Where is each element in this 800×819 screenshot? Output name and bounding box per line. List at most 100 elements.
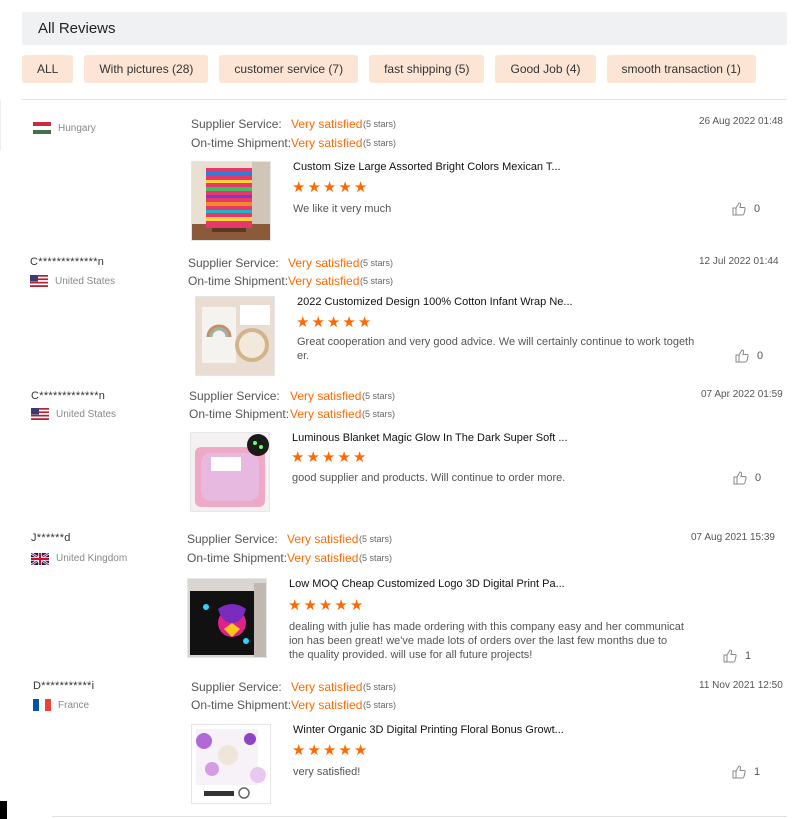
product-title-link[interactable]: 2022 Customized Design 100% Cotton Infan… bbox=[297, 296, 573, 308]
supplier-service-value: Very satisfied bbox=[291, 117, 363, 131]
divider bbox=[52, 816, 787, 817]
france-flag-icon bbox=[33, 699, 51, 711]
star-icon: ★ bbox=[326, 314, 341, 331]
review-comment: very satisfied! bbox=[293, 766, 361, 778]
page-title: All Reviews bbox=[38, 20, 116, 37]
reviewer-country: France bbox=[58, 700, 90, 711]
supplier-service-value: Very satisfied bbox=[288, 256, 360, 270]
review-date: 12 Jul 2022 01:44 bbox=[699, 256, 779, 267]
edge-mark bbox=[0, 801, 7, 819]
supplier-service-stars: (5 stars) bbox=[359, 534, 393, 544]
thumbs-up-icon bbox=[733, 471, 747, 485]
star-icon: ★ bbox=[306, 449, 320, 466]
star-icon: ★ bbox=[292, 742, 306, 759]
ontime-shipment-label: On-time Shipment: bbox=[188, 274, 289, 288]
ontime-shipment-value: Very satisfied bbox=[291, 136, 363, 150]
rating-stars: ★ ★ ★ ★ ★ bbox=[296, 315, 371, 330]
star-icon: ★ bbox=[291, 449, 305, 466]
like-button[interactable]: 0 bbox=[735, 349, 763, 363]
star-icon: ★ bbox=[353, 742, 368, 759]
supplier-service-label: Supplier Service: bbox=[187, 532, 278, 546]
star-icon: ★ bbox=[288, 597, 302, 614]
product-title-link[interactable]: Custom Size Large Assorted Bright Colors… bbox=[293, 161, 561, 173]
product-title-link[interactable]: Luminous Blanket Magic Glow In The Dark … bbox=[292, 432, 568, 444]
review-comment: Great cooperation and very good advice. … bbox=[297, 336, 695, 362]
product-title-link[interactable]: Low MOQ Cheap Customized Logo 3D Digital… bbox=[289, 578, 565, 590]
review-date: 26 Aug 2022 01:48 bbox=[699, 116, 783, 127]
filter-all[interactable]: ALL bbox=[22, 55, 74, 83]
review-comment: We like it very much bbox=[293, 203, 392, 215]
thumbs-up-icon bbox=[723, 649, 737, 663]
ontime-shipment-stars: (5 stars) bbox=[360, 276, 394, 286]
review-date: 07 Apr 2022 01:59 bbox=[701, 389, 783, 400]
like-button[interactable]: 1 bbox=[723, 649, 751, 663]
product-thumbnail[interactable] bbox=[187, 578, 267, 658]
filter-customer-service[interactable]: customer service (7) bbox=[219, 55, 359, 83]
filter-fast-shipping[interactable]: fast shipping (5) bbox=[369, 55, 485, 83]
star-icon: ★ bbox=[337, 449, 351, 466]
star-icon: ★ bbox=[334, 597, 348, 614]
star-icon: ★ bbox=[322, 742, 337, 759]
star-icon: ★ bbox=[352, 449, 367, 466]
usa-flag-icon bbox=[30, 275, 48, 287]
ontime-shipment-stars: (5 stars) bbox=[359, 553, 393, 563]
like-count: 0 bbox=[757, 350, 764, 362]
filter-smooth-transaction[interactable]: smooth transaction (1) bbox=[606, 55, 756, 83]
star-icon: ★ bbox=[307, 179, 321, 196]
filter-good-job[interactable]: Good Job (4) bbox=[495, 55, 596, 83]
divider bbox=[0, 100, 1, 150]
supplier-service-stars: (5 stars) bbox=[360, 258, 394, 268]
star-icon: ★ bbox=[338, 742, 352, 759]
supplier-service-label: Supplier Service: bbox=[191, 680, 282, 694]
supplier-service-stars: (5 stars) bbox=[363, 119, 397, 129]
reviewer-name: C*************n bbox=[31, 390, 106, 402]
supplier-service-label: Supplier Service: bbox=[191, 117, 282, 131]
like-count: 0 bbox=[755, 472, 762, 484]
ontime-shipment-value: Very satisfied bbox=[290, 407, 362, 421]
ontime-shipment-label: On-time Shipment: bbox=[187, 551, 288, 565]
supplier-service-stars: (5 stars) bbox=[363, 682, 397, 692]
like-button[interactable]: 1 bbox=[732, 765, 760, 779]
star-icon: ★ bbox=[318, 597, 333, 614]
ontime-shipment-label: On-time Shipment: bbox=[191, 136, 292, 150]
ontime-shipment-stars: (5 stars) bbox=[363, 138, 397, 148]
rating-stars: ★ ★ ★ ★ ★ bbox=[288, 598, 363, 613]
star-icon: ★ bbox=[321, 449, 336, 466]
supplier-service-value: Very satisfied bbox=[290, 389, 362, 403]
reviewer-country: United States bbox=[56, 409, 117, 420]
like-count: 1 bbox=[754, 766, 761, 778]
reviewer-country: Hungary bbox=[58, 123, 96, 134]
like-button[interactable]: 0 bbox=[732, 202, 760, 216]
reviewer-name: D***********i bbox=[33, 680, 95, 692]
supplier-service-value: Very satisfied bbox=[287, 532, 359, 546]
product-thumbnail[interactable] bbox=[191, 724, 271, 804]
star-icon: ★ bbox=[307, 742, 321, 759]
ontime-shipment-value: Very satisfied bbox=[288, 274, 360, 288]
filter-with-pictures[interactable]: With pictures (28) bbox=[84, 55, 209, 83]
review-date: 11 Nov 2021 12:50 bbox=[699, 680, 783, 691]
hungary-flag-icon bbox=[33, 122, 51, 134]
star-icon: ★ bbox=[303, 597, 317, 614]
reviewer-name: C*************n bbox=[30, 256, 105, 268]
thumbs-up-icon bbox=[732, 765, 746, 779]
ontime-shipment-value: Very satisfied bbox=[291, 698, 363, 712]
product-title-link[interactable]: Winter Organic 3D Digital Printing Flora… bbox=[293, 724, 564, 736]
reviewer-country: United Kingdom bbox=[56, 553, 128, 564]
product-thumbnail[interactable] bbox=[191, 161, 271, 241]
rating-stars: ★ ★ ★ ★ ★ bbox=[292, 180, 367, 195]
product-thumbnail[interactable] bbox=[190, 432, 270, 512]
ontime-shipment-label: On-time Shipment: bbox=[189, 407, 290, 421]
ontime-shipment-label: On-time Shipment: bbox=[191, 698, 292, 712]
ontime-shipment-value: Very satisfied bbox=[287, 551, 359, 565]
reviewer-name: J******d bbox=[31, 532, 71, 544]
thumbs-up-icon bbox=[735, 349, 749, 363]
star-icon: ★ bbox=[311, 314, 325, 331]
supplier-service-label: Supplier Service: bbox=[189, 389, 280, 403]
star-icon: ★ bbox=[292, 179, 306, 196]
supplier-service-label: Supplier Service: bbox=[188, 256, 279, 270]
review-filters: ALL With pictures (28) customer service … bbox=[22, 55, 756, 83]
star-icon: ★ bbox=[357, 314, 372, 331]
like-button[interactable]: 0 bbox=[733, 471, 761, 485]
product-thumbnail[interactable] bbox=[195, 296, 275, 376]
star-icon: ★ bbox=[296, 314, 310, 331]
